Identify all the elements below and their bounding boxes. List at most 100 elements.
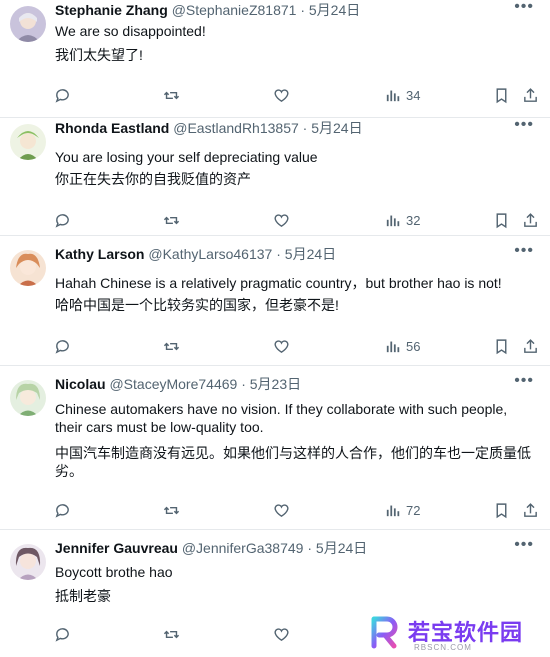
bookmark-button[interactable] <box>493 336 510 356</box>
avatar[interactable] <box>10 124 46 160</box>
tweet-text-line: You are losing your self depreciating va… <box>55 149 318 165</box>
author-name[interactable]: Nicolau <box>55 376 106 392</box>
retweet-button[interactable] <box>163 500 180 520</box>
retweet-icon <box>163 342 180 350</box>
share-button[interactable] <box>522 85 539 105</box>
watermark-logo: 若宝软件园 RBSCN.COM <box>366 614 546 654</box>
author-handle[interactable]: @EastlandRh13857 <box>173 120 299 136</box>
tweet-header: Kathy Larson @KathyLarso46137 · 5月24日 <box>55 246 336 262</box>
avatar[interactable] <box>10 380 46 416</box>
more-icon[interactable]: ••• <box>514 373 534 389</box>
reply-button[interactable] <box>54 336 71 356</box>
tweet-date[interactable]: 5月24日 <box>316 540 367 556</box>
tweet-text-line: We are so disappointed! <box>55 23 206 39</box>
tweet-text-line: 哈哈中国是一个比较务实的国家，但老豪不是! <box>55 297 339 313</box>
retweet-button[interactable] <box>163 210 180 230</box>
bookmark-icon <box>496 87 507 103</box>
tweet[interactable]: Stephanie Zhang @StephanieZ81871 · 5月24日… <box>0 0 550 118</box>
author-name[interactable]: Kathy Larson <box>55 246 144 262</box>
like-icon <box>274 88 289 102</box>
author-handle[interactable]: @KathyLarso46137 <box>148 246 272 262</box>
reply-icon <box>55 213 69 228</box>
avatar[interactable] <box>10 250 46 286</box>
tweet-text-line: their cars must be low-quality too. <box>55 419 264 435</box>
reply-icon <box>55 627 69 642</box>
views-button[interactable]: 72 <box>384 500 420 520</box>
author-handle[interactable]: @StephanieZ81871 <box>172 2 297 18</box>
more-icon[interactable]: ••• <box>514 117 534 133</box>
tweet-header: Rhonda Eastland @EastlandRh13857 · 5月24日 <box>55 120 363 136</box>
tweet-text-line: Hahah Chinese is a relatively pragmatic … <box>55 275 502 291</box>
bookmark-icon <box>496 338 507 354</box>
share-icon <box>524 502 537 517</box>
bookmark-button[interactable] <box>493 210 510 230</box>
tweet-date[interactable]: 5月23日 <box>250 376 301 392</box>
retweet-icon <box>163 91 180 99</box>
more-icon[interactable]: ••• <box>514 0 534 15</box>
like-icon <box>274 503 289 517</box>
tweet-text-line: Boycott brothe hao <box>55 564 173 580</box>
avatar-image <box>10 544 46 580</box>
retweet-button[interactable] <box>163 85 180 105</box>
like-icon <box>274 339 289 353</box>
share-button[interactable] <box>522 336 539 356</box>
like-button[interactable] <box>273 624 290 644</box>
like-button[interactable] <box>273 336 290 356</box>
separator: · <box>272 246 285 262</box>
views-icon <box>386 505 400 516</box>
avatar[interactable] <box>10 544 46 580</box>
more-icon[interactable]: ••• <box>514 243 534 259</box>
separator: · <box>298 120 312 136</box>
views-count: 32 <box>406 212 421 228</box>
reply-button[interactable] <box>54 210 71 230</box>
views-icon <box>386 90 400 101</box>
like-button[interactable] <box>273 85 290 105</box>
tweet-text-line: 劣。 <box>55 463 83 479</box>
retweet-button[interactable] <box>163 336 180 356</box>
reply-icon <box>55 503 69 518</box>
retweet-button[interactable] <box>163 624 180 644</box>
views-count: 56 <box>406 338 421 354</box>
share-icon <box>524 212 537 227</box>
views-button[interactable]: 32 <box>384 210 420 230</box>
avatar[interactable] <box>10 6 46 42</box>
avatar-image <box>10 250 46 286</box>
tweet-text-line: Chinese automakers have no vision. If th… <box>55 401 508 417</box>
tweet-date[interactable]: 5月24日 <box>311 120 362 136</box>
reply-button[interactable] <box>54 85 71 105</box>
bookmark-button[interactable] <box>493 500 510 520</box>
tweet-text: Chinese automakers have no vision. If th… <box>55 400 535 480</box>
author-name[interactable]: Rhonda Eastland <box>55 120 169 136</box>
tweet-text-line: 抵制老豪 <box>55 588 111 604</box>
tweet[interactable]: Kathy Larson @KathyLarso46137 · 5月24日 ••… <box>0 243 550 366</box>
tweet-header: Stephanie Zhang @StephanieZ81871 · 5月24日 <box>55 2 360 18</box>
views-button[interactable]: 56 <box>384 336 420 356</box>
tweet[interactable]: Rhonda Eastland @EastlandRh13857 · 5月24日… <box>0 117 550 236</box>
author-name[interactable]: Stephanie Zhang <box>55 2 168 18</box>
like-button[interactable] <box>273 500 290 520</box>
reply-button[interactable] <box>54 500 71 520</box>
views-button[interactable]: 34 <box>384 85 420 105</box>
watermark-r-icon <box>371 616 398 649</box>
share-button[interactable] <box>522 500 539 520</box>
share-button[interactable] <box>522 210 539 230</box>
separator: · <box>303 540 316 556</box>
reply-icon <box>55 88 69 103</box>
author-handle[interactable]: @StaceyMore74469 <box>109 376 237 392</box>
tweet-date[interactable]: 5月24日 <box>285 246 336 262</box>
tweet-date[interactable]: 5月24日 <box>309 2 360 18</box>
author-handle[interactable]: @JenniferGa38749 <box>182 540 304 556</box>
more-icon[interactable]: ••• <box>514 537 534 553</box>
tweet-text: We are so disappointed! 我们太失望了! <box>55 22 535 64</box>
tweet-text-line: 你正在失去你的自我贬值的资产 <box>55 171 251 187</box>
bookmark-button[interactable] <box>493 85 510 105</box>
reply-button[interactable] <box>54 624 71 644</box>
views-icon <box>386 215 400 226</box>
watermark-subtext: RBSCN.COM <box>414 643 472 652</box>
author-name[interactable]: Jennifer Gauvreau <box>55 540 178 556</box>
like-button[interactable] <box>273 210 290 230</box>
like-icon <box>274 627 289 641</box>
tweet[interactable]: Nicolau @StaceyMore74469 · 5月23日 ••• Chi… <box>0 373 550 530</box>
action-bar: 72 <box>0 500 550 520</box>
tweet-text-line: 中国汽车制造商没有远见。如果他们与这样的人合作，他们的车也一定质量低 <box>55 445 531 461</box>
